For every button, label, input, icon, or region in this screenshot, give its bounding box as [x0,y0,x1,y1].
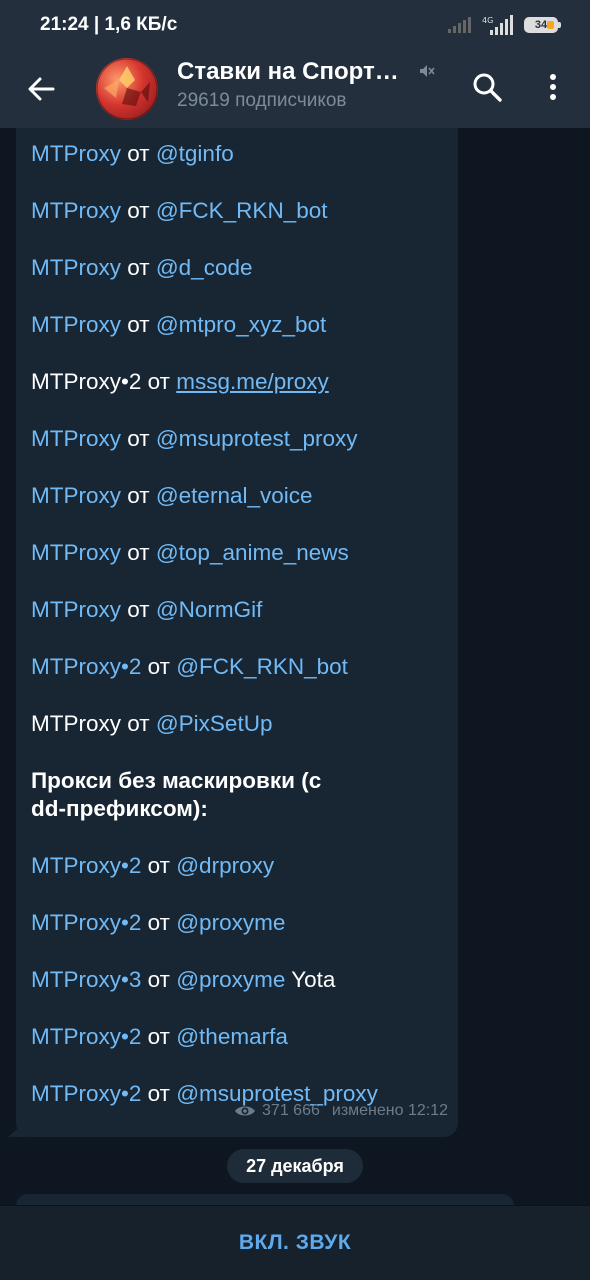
proxy-link[interactable]: MTProxy [31,141,121,166]
proxy-link[interactable]: MTProxy [31,597,121,622]
muted-icon [420,65,435,77]
proxy-line: MTProxy от @msuprotest_proxy [31,426,358,451]
chat-title: Ставки на Спорт… [177,58,399,85]
section-heading: Прокси без маскировки (с dd-префиксом): [31,768,322,821]
url-link[interactable]: mssg.me/proxy [176,369,329,394]
proxy-line: MTProxy от @eternal_voice [31,483,313,508]
more-options-icon[interactable] [540,70,566,104]
proxy-line: MTProxy•2 от @proxyme [31,910,286,935]
date-separator: 27 декабря [227,1149,363,1183]
proxy-line: MTProxy от @d_code [31,255,253,280]
chat-title-block[interactable]: Ставки на Спорт… 29619 подписчиков [177,58,435,112]
proxy-line: MTProxy•2 от @drproxy [31,853,275,878]
signal-4g-icon: 4G [482,15,513,35]
channel-mention[interactable]: @FCK_RKN_bot [156,198,328,223]
channel-mention[interactable]: @proxyme [176,967,285,992]
proxy-link[interactable]: MTProxy•3 [31,967,141,992]
edited-time: изменено 12:12 [331,1102,448,1119]
channel-avatar[interactable] [96,58,158,120]
message-list[interactable]: MTProxy от @tginfo MTProxy от @FCK_RKN_b… [0,128,590,1205]
channel-mention[interactable]: @themarfa [176,1024,288,1049]
battery-icon: 34 [524,17,561,33]
proxy-link[interactable]: MTProxy•2 [31,910,141,935]
channel-mention[interactable]: @top_anime_news [156,540,349,565]
proxy-link[interactable]: MTProxy [31,255,121,280]
unmute-button[interactable]: ВКЛ. ЗВУК [239,1231,351,1255]
status-time: 21:24 | 1,6 КБ/с [40,14,178,35]
proxy-line: MTProxy от @FCK_RKN_bot [31,198,328,223]
proxy-link[interactable]: MTProxy•2 [31,1081,141,1106]
channel-mention[interactable]: @proxyme [176,910,285,935]
proxy-link[interactable]: MTProxy [31,426,121,451]
proxy-link[interactable]: MTProxy [31,198,121,223]
status-icons: 4G 34 [448,15,561,35]
proxy-line: MTProxy от @NormGif [31,597,263,622]
back-arrow-icon[interactable] [26,74,56,104]
status-bar: 21:24 | 1,6 КБ/с 4G 34 [0,0,590,50]
proxy-plain: MTProxy•2 [31,369,142,394]
channel-mention[interactable]: @PixSetUp [156,711,273,736]
proxy-link[interactable]: MTProxy•2 [31,853,141,878]
subscriber-count: 29619 подписчиков [177,90,347,111]
proxy-link[interactable]: MTProxy [31,312,121,337]
proxy-line: MTProxy•2 от @FCK_RKN_bot [31,654,348,679]
network-type: 4G [482,16,493,25]
channel-mention[interactable]: @tginfo [156,141,234,166]
bottom-bar: ВКЛ. ЗВУК [0,1205,590,1280]
proxy-line: MTProxy от @PixSetUp [31,711,273,736]
proxy-line: MTProxy от @tginfo [31,141,234,166]
proxy-line: MTProxy•3 от @proxyme Yota [31,967,336,992]
proxy-link[interactable]: MTProxy [31,483,121,508]
channel-mention[interactable]: @NormGif [156,597,263,622]
proxy-line: MTProxy•2 от @themarfa [31,1024,288,1049]
channel-mention[interactable]: @FCK_RKN_bot [176,654,348,679]
views-eye-icon [235,1106,256,1116]
proxy-link[interactable]: MTProxy•2 [31,1024,141,1049]
proxy-plain: MTProxy [31,711,121,736]
proxy-link[interactable]: MTProxy•2 [31,654,141,679]
channel-mention[interactable]: @drproxy [176,853,274,878]
channel-mention[interactable]: @d_code [156,255,253,280]
search-icon[interactable] [470,70,504,104]
signal-icon [448,17,471,33]
soccer-ball-icon [96,58,158,120]
view-count: 371 666 [262,1102,320,1119]
battery-level: 34 [534,19,548,31]
chat-header: Ставки на Спорт… 29619 подписчиков [0,50,590,128]
next-message-bubble[interactable] [16,1194,514,1205]
proxy-line: MTProxy от @top_anime_news [31,540,349,565]
channel-mention[interactable]: @mtpro_xyz_bot [156,312,326,337]
message-meta: 371 666 изменено 12:12 [234,1102,448,1120]
proxy-line: MTProxy•2 от mssg.me/proxy [31,369,329,394]
channel-mention[interactable]: @eternal_voice [156,483,313,508]
proxy-link[interactable]: MTProxy [31,540,121,565]
message-bubble[interactable]: MTProxy от @tginfo MTProxy от @FCK_RKN_b… [16,128,458,1137]
channel-mention[interactable]: @msuprotest_proxy [156,426,358,451]
proxy-line: MTProxy от @mtpro_xyz_bot [31,312,327,337]
